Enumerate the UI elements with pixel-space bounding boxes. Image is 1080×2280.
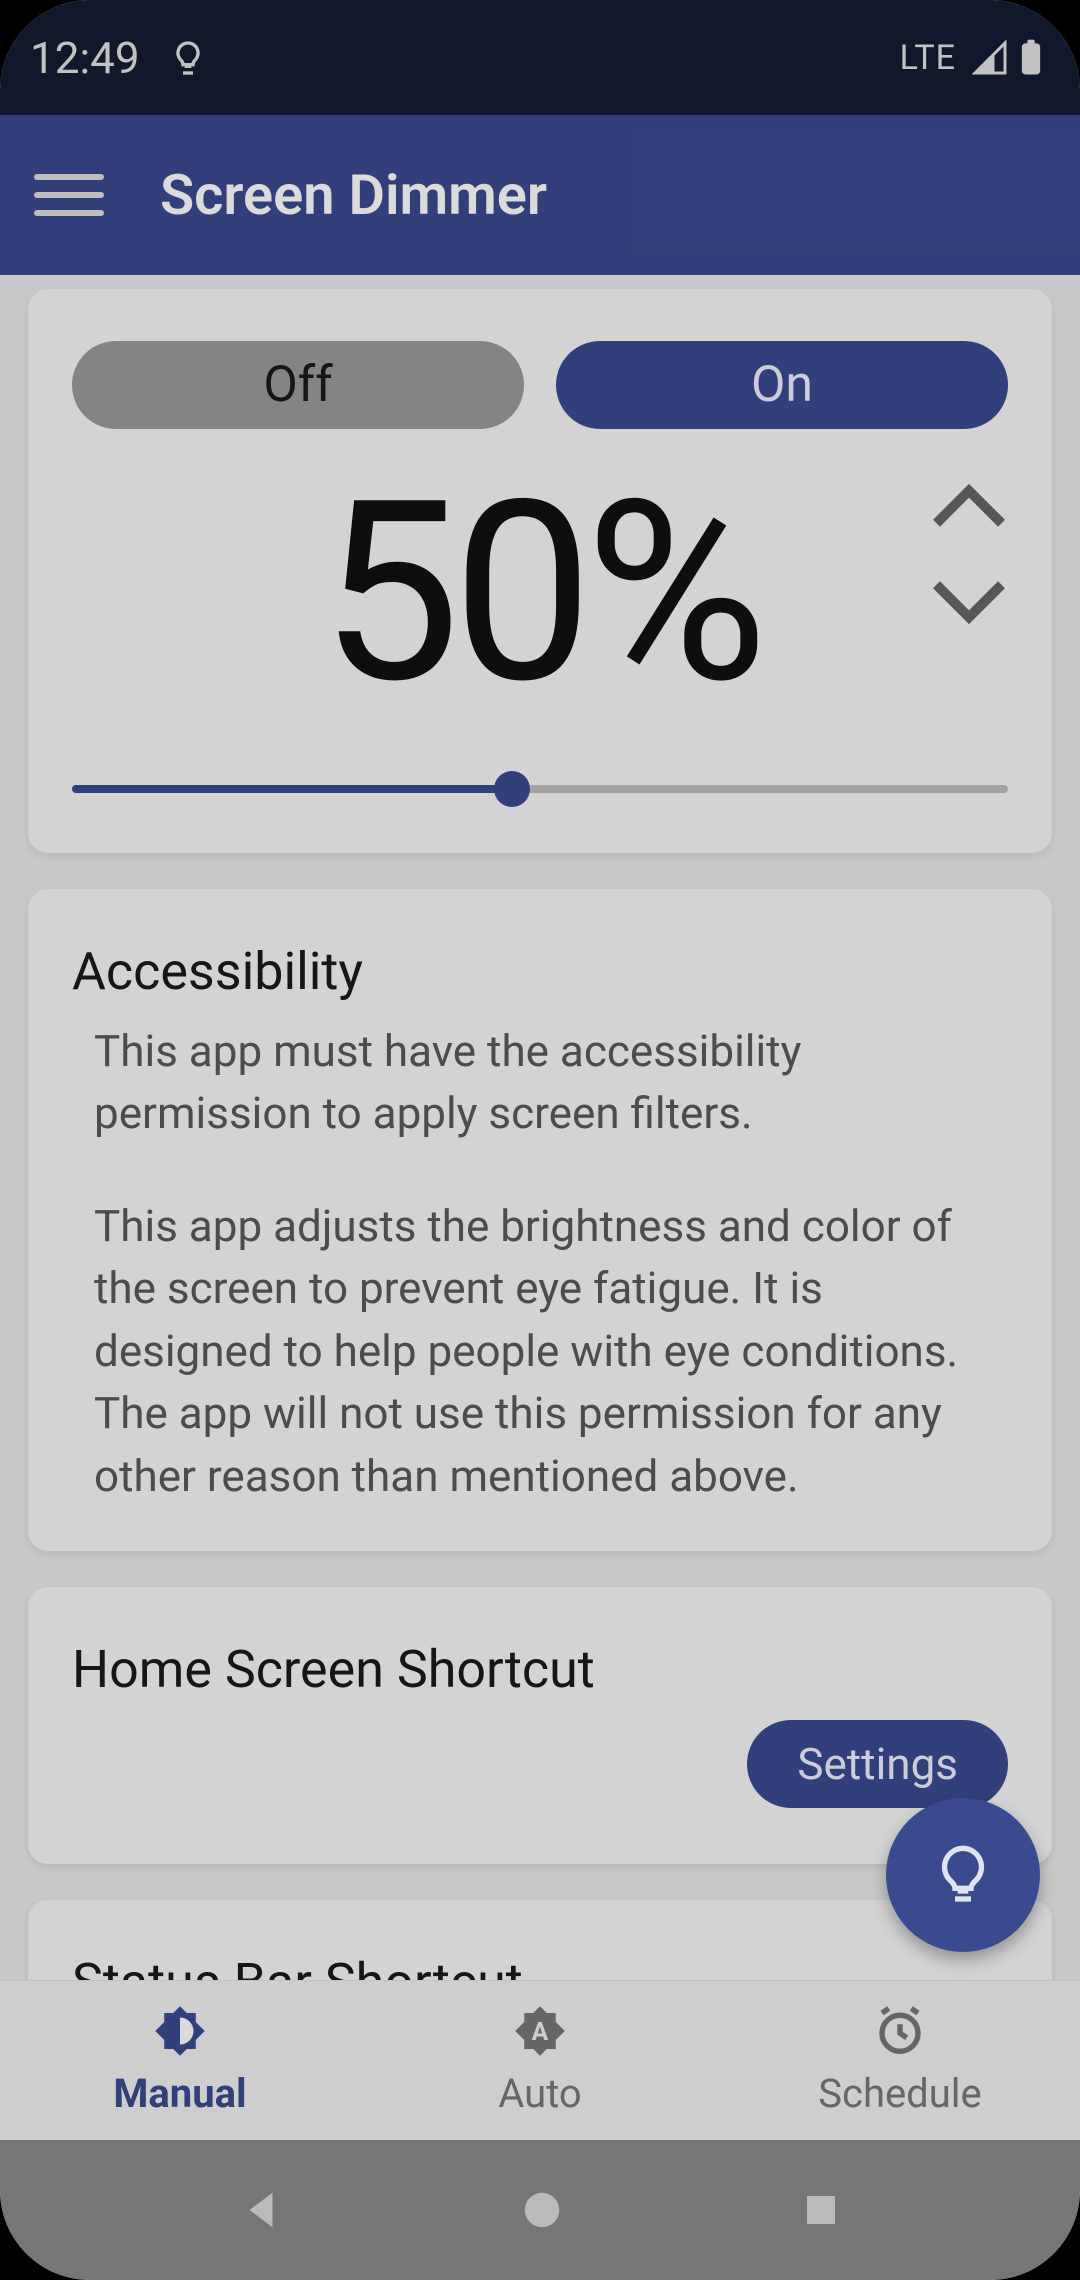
tab-auto[interactable]: A Auto xyxy=(360,1981,720,2140)
svg-text:A: A xyxy=(532,2018,549,2047)
slider-fill xyxy=(72,785,512,793)
alarm-clock-icon xyxy=(873,2004,927,2058)
tab-manual-label: Manual xyxy=(113,2070,246,2117)
toggle-row: Off On xyxy=(72,341,1008,429)
device-frame: 12:49 LTE xyxy=(0,0,1080,2280)
status-left: 12:49 xyxy=(30,32,208,84)
dimmer-card: Off On 50% xyxy=(28,289,1052,853)
status-right: LTE xyxy=(900,38,1042,78)
tab-auto-label: Auto xyxy=(498,2070,581,2117)
lightbulb-notification-icon xyxy=(168,38,208,78)
bottom-tab-bar: Manual A Auto Schedule xyxy=(0,1980,1080,2140)
slider-thumb[interactable] xyxy=(494,771,530,807)
home-button[interactable] xyxy=(519,2187,565,2233)
dim-value-row: 50% xyxy=(72,459,1008,729)
chevron-up-icon[interactable] xyxy=(930,483,1008,531)
on-button[interactable]: On xyxy=(556,341,1008,429)
dim-value-text: 50% xyxy=(320,469,760,719)
system-status-bar: 12:49 LTE xyxy=(0,0,1080,115)
accessibility-title: Accessibility xyxy=(72,941,1008,1002)
signal-icon xyxy=(972,40,1008,76)
accessibility-text-3: The app will not use this permission for… xyxy=(72,1382,1008,1507)
battery-icon xyxy=(1020,39,1042,77)
home-shortcut-settings-button[interactable]: Settings xyxy=(747,1720,1008,1808)
menu-icon[interactable] xyxy=(34,160,104,230)
tab-manual[interactable]: Manual xyxy=(0,1981,360,2140)
statusbar-shortcut-title: Status Bar Shortcut xyxy=(72,1952,1008,1980)
back-button[interactable] xyxy=(238,2187,284,2233)
off-button[interactable]: Off xyxy=(72,341,524,429)
accessibility-text-1: This app must have the accessibility per… xyxy=(72,1020,1008,1145)
content-area[interactable]: Off On 50% A xyxy=(0,275,1080,1980)
system-nav-bar xyxy=(0,2140,1080,2280)
brightness-icon xyxy=(153,2004,207,2058)
network-type: LTE xyxy=(900,38,956,78)
recents-button[interactable] xyxy=(800,2189,842,2231)
app-bar: Screen Dimmer xyxy=(0,115,1080,275)
accessibility-text-2: This app adjusts the brightness and colo… xyxy=(72,1195,1008,1382)
brightness-slider[interactable] xyxy=(72,769,1008,809)
fab-lightbulb[interactable] xyxy=(886,1798,1040,1952)
home-shortcut-title: Home Screen Shortcut xyxy=(72,1639,1008,1700)
accessibility-card: Accessibility This app must have the acc… xyxy=(28,889,1052,1551)
tab-schedule-label: Schedule xyxy=(818,2070,981,2117)
lightbulb-icon xyxy=(931,1843,995,1907)
home-shortcut-card: Home Screen Shortcut Settings xyxy=(28,1587,1052,1864)
chevron-down-icon[interactable] xyxy=(930,577,1008,625)
status-time: 12:49 xyxy=(30,32,140,84)
app-title: Screen Dimmer xyxy=(160,162,547,228)
tab-schedule[interactable]: Schedule xyxy=(720,1981,1080,2140)
auto-brightness-icon: A xyxy=(513,2004,567,2058)
value-stepper xyxy=(930,483,1008,625)
